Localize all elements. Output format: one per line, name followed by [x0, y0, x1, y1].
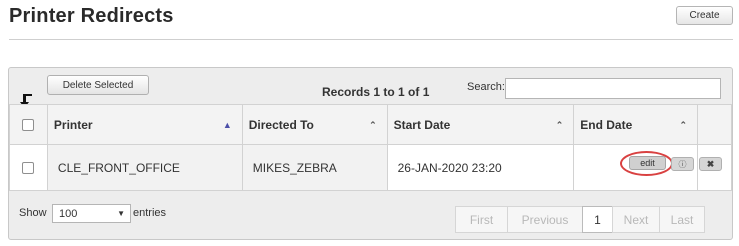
- pagination-previous[interactable]: Previous: [507, 206, 583, 233]
- cell-directed-to: MIKES_ZEBRA: [241, 144, 388, 191]
- page-size-value: 100: [59, 207, 78, 220]
- pagination-first[interactable]: First: [455, 206, 508, 233]
- column-header-end-date[interactable]: End Date ⌃: [573, 104, 699, 145]
- row-select-cell: [9, 144, 48, 191]
- records-count: Records 1 to 1 of 1: [322, 85, 430, 99]
- pagination-next[interactable]: Next: [612, 206, 660, 233]
- select-all-checkbox[interactable]: [22, 119, 35, 132]
- select-all-cell: [9, 104, 48, 145]
- x-icon: ✖: [706, 158, 715, 169]
- column-header-actions: [697, 104, 732, 145]
- pagination-page-1[interactable]: 1: [582, 206, 613, 233]
- column-header-printer[interactable]: Printer ▲: [46, 104, 243, 145]
- column-label-printer: Printer: [53, 117, 93, 132]
- cell-start-date: 26-JAN-2020 23:20: [386, 144, 575, 191]
- search-input[interactable]: [505, 78, 721, 99]
- sort-asc-icon[interactable]: ▲: [223, 120, 232, 130]
- pagination-last[interactable]: Last: [659, 206, 705, 233]
- column-header-directed-to[interactable]: Directed To ⌃: [241, 104, 388, 145]
- sort-icon[interactable]: ⌃: [679, 120, 687, 131]
- delete-row-button[interactable]: ✖: [699, 157, 722, 171]
- page-size-select[interactable]: 100 ▼: [52, 204, 131, 223]
- page-title: Printer Redirects: [9, 5, 174, 27]
- column-label-end-date: End Date: [580, 117, 633, 132]
- row-checkbox[interactable]: [22, 162, 35, 175]
- column-label-start-date: Start Date: [393, 117, 451, 132]
- info-circle-icon: ⓘ: [678, 159, 687, 169]
- pagination: First Previous 1 Next Last: [455, 206, 705, 233]
- create-button[interactable]: Create: [676, 6, 733, 25]
- search-label: Search:: [467, 81, 505, 93]
- entries-label: entries: [133, 207, 167, 219]
- table-header-row: Printer ▲ Directed To ⌃ Start Date ⌃ End…: [9, 104, 732, 145]
- sort-icon[interactable]: ⌃: [369, 120, 377, 131]
- sort-icon[interactable]: ⌃: [556, 120, 564, 131]
- chevron-down-icon: ▼: [117, 209, 125, 218]
- cell-printer: CLE_FRONT_OFFICE: [46, 144, 243, 191]
- title-divider: [9, 39, 733, 40]
- column-label-directed-to: Directed To: [248, 117, 314, 132]
- highlight-ring: [620, 151, 673, 176]
- column-header-start-date[interactable]: Start Date ⌃: [386, 104, 575, 145]
- info-button[interactable]: ⓘ: [671, 157, 694, 171]
- delete-selected-button[interactable]: Delete Selected: [47, 75, 149, 95]
- printer-redirects-table: Printer ▲ Directed To ⌃ Start Date ⌃ End…: [9, 104, 732, 191]
- show-label: Show: [19, 207, 47, 219]
